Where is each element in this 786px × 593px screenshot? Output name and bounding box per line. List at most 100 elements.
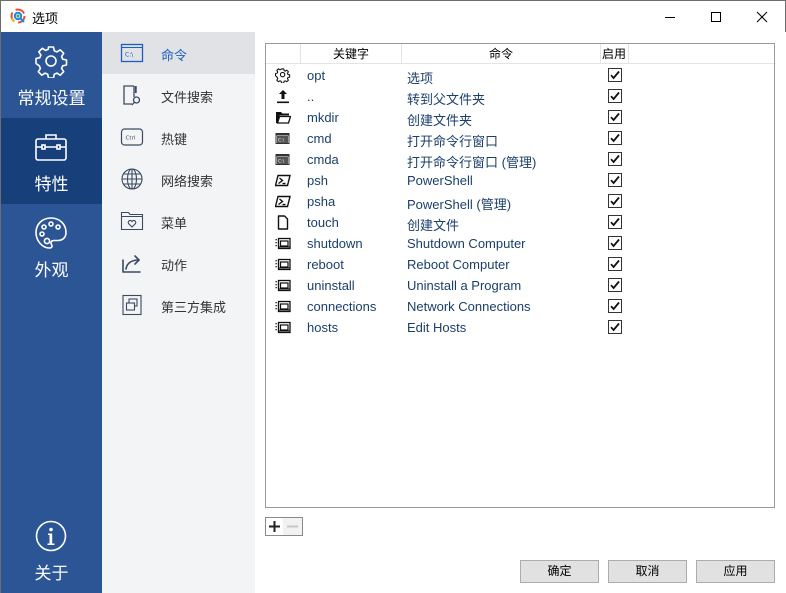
apply-button[interactable]: 应用 [696,560,775,583]
header-icon-column[interactable] [266,44,301,64]
table-row[interactable]: reboot Reboot Computer [266,254,774,275]
keyword-cell[interactable]: hosts [307,320,338,335]
folder-open-icon [275,110,292,125]
command-cell[interactable]: Reboot Computer [407,257,510,272]
checkmark-icon [610,175,620,185]
minus-icon [287,525,298,528]
keyword-cell[interactable]: reboot [307,257,344,272]
keyword-cell[interactable]: psh [307,173,328,188]
table-row[interactable]: C:\ cmda 打开命令行窗口 (管理) [266,149,774,170]
table-row[interactable]: psha PowerShell (管理) [266,191,774,212]
minimize-button[interactable] [647,1,693,32]
enabled-checkbox[interactable] [608,173,622,187]
header-keyword[interactable]: 关键字 [301,44,402,64]
category-features[interactable]: 特性 [1,118,102,204]
globe-icon [121,168,143,190]
enabled-checkbox[interactable] [608,152,622,166]
file-icon [275,215,291,230]
table-row[interactable]: mkdir 创建文件夹 [266,107,774,128]
enabled-checkbox[interactable] [608,236,622,250]
keyword-cell[interactable]: opt [307,68,325,83]
maximize-icon [711,11,721,22]
command-cell[interactable]: Uninstall a Program [407,278,521,293]
enabled-checkbox[interactable] [608,278,622,292]
cmd-window-icon: C:\ [275,131,291,146]
subnav-item-menu[interactable]: 菜单 [102,200,255,242]
command-cell[interactable]: 打开命令行窗口 [407,131,498,150]
subnav-label: 命令 [161,48,188,63]
table-row[interactable]: touch 创建文件 [266,212,774,233]
subnav-item-web-search[interactable]: 网络搜索 [102,158,255,200]
cancel-button[interactable]: 取消 [608,560,687,583]
category-about[interactable]: 关于 [1,507,102,593]
command-cell[interactable]: Shutdown Computer [407,236,526,251]
enabled-checkbox[interactable] [608,257,622,271]
enabled-checkbox[interactable] [608,320,622,334]
command-cell[interactable]: 选项 [407,68,433,87]
keyword-cell[interactable]: psha [307,194,335,209]
enabled-checkbox[interactable] [608,131,622,145]
table-row[interactable]: .. 转到父文件夹 [266,86,774,107]
subnav-item-file-search[interactable]: 文件搜索 [102,74,255,116]
command-cell[interactable]: 转到父文件夹 [407,89,485,108]
command-cell[interactable]: PowerShell (管理) [407,194,511,213]
subnav-label: 热键 [161,132,188,147]
subnav-item-hotkeys[interactable]: Ctrl 热键 [102,116,255,158]
keyword-cell[interactable]: shutdown [307,236,363,251]
svg-text:C:\: C:\ [278,138,285,144]
enabled-checkbox[interactable] [608,110,622,124]
keyword-cell[interactable]: touch [307,215,339,230]
category-sidebar: 常规设置 特性 外观 关于 [1,32,102,593]
options-window: 选项 常规设置 特性 外观 关于 C:\ 命令 文件搜索 Ctrl 热键 网络搜… [0,0,786,593]
enabled-checkbox[interactable] [608,68,622,82]
keyword-cell[interactable]: uninstall [307,278,355,293]
close-icon [756,11,768,22]
close-button[interactable] [739,1,785,32]
table-row[interactable]: opt 选项 [266,65,774,86]
subnav-item-integrations[interactable]: 第三方集成 [102,284,255,326]
checkmark-icon [610,154,620,164]
category-label: 外观 [34,261,69,280]
command-cell[interactable]: 创建文件夹 [407,110,472,129]
checkmark-icon [610,112,620,122]
table-row[interactable]: shutdown Shutdown Computer [266,233,774,254]
subnav-label: 菜单 [161,216,188,231]
svg-text:C:\: C:\ [125,52,134,59]
gear-icon [275,68,291,84]
enabled-checkbox[interactable] [608,194,622,208]
keyword-cell[interactable]: cmd [307,131,332,146]
commands-table[interactable]: 关键字 命令 启用 opt 选项.. 转到父文件夹 mkdir 创建文件夹 C:\ cmd 打… [265,43,775,508]
control-panel-icon [275,236,291,251]
category-appearance[interactable]: 外观 [1,204,102,290]
enabled-checkbox[interactable] [608,215,622,229]
table-row[interactable]: hosts Edit Hosts [266,317,774,338]
command-cell[interactable]: PowerShell [407,173,473,188]
keyword-cell[interactable]: connections [307,299,376,314]
keyword-cell[interactable]: .. [307,89,314,104]
table-row[interactable]: connections Network Connections [266,296,774,317]
header-enabled[interactable]: 启用 [601,44,629,64]
command-cell[interactable]: 创建文件 [407,215,459,234]
enabled-checkbox[interactable] [608,299,622,313]
command-cell[interactable]: Network Connections [407,299,531,314]
table-row[interactable]: C:\ cmd 打开命令行窗口 [266,128,774,149]
enabled-checkbox[interactable] [608,89,622,103]
maximize-button[interactable] [693,1,739,32]
subnav-item-actions[interactable]: 动作 [102,242,255,284]
header-command[interactable]: 命令 [402,44,601,64]
remove-row-button[interactable] [283,517,303,536]
table-row[interactable]: psh PowerShell [266,170,774,191]
command-cell[interactable]: 打开命令行窗口 (管理) [407,152,536,171]
checkmark-icon [610,133,620,143]
subnav-label: 网络搜索 [161,174,214,189]
subnav-item-commands[interactable]: C:\ 命令 [102,32,255,74]
keyword-cell[interactable]: mkdir [307,110,339,125]
control-panel-icon [275,299,291,314]
category-general[interactable]: 常规设置 [1,32,102,118]
command-cell[interactable]: Edit Hosts [407,320,466,335]
table-row[interactable]: uninstall Uninstall a Program [266,275,774,296]
ok-button[interactable]: 确定 [520,560,599,583]
add-row-button[interactable] [265,517,284,536]
upload-arrow-icon [275,89,291,104]
keyword-cell[interactable]: cmda [307,152,339,167]
